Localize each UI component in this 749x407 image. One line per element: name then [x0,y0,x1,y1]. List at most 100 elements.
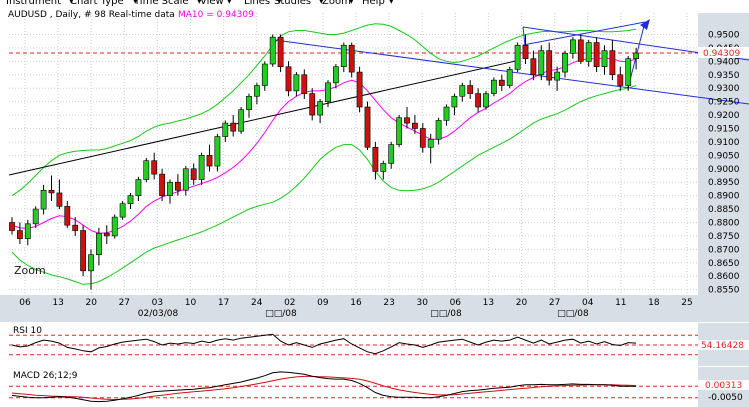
price-axis-tick: 0.9100 [708,138,740,148]
menu-zoom[interactable]: Zoom [322,0,351,7]
candle-up [222,122,229,137]
candle-up [514,44,521,70]
candle-down [593,42,600,68]
candle-up [182,168,189,191]
macd-value-label: 0.00313 [705,381,742,391]
time-axis-tick: 27 [549,298,560,308]
candle-up [119,203,126,218]
candle-up [569,39,576,54]
candle-down [475,93,481,108]
menu-chart-type[interactable]: Chart Type [70,0,124,7]
time-axis-tick: 09 [317,298,329,308]
rsi-title: RSI 10 [13,326,42,336]
candle-down [364,106,371,148]
price-axis-tick: 0.8550 [708,286,740,296]
candle-up [332,66,339,84]
candle-up [96,232,102,256]
rsi-panel[interactable]: RSI 10 54.16428 [0,322,749,367]
candle-up [32,208,39,225]
menu-dropdown-arrow-icon: ▼ [389,0,394,5]
time-axis-tick: 11 [615,298,626,308]
candle-down [230,122,237,132]
price-axis-tick: 0.8950 [708,178,740,188]
candle-up [427,138,434,148]
candle-up [625,58,632,86]
candle-down [16,230,23,239]
menu-view[interactable]: View [200,0,224,7]
menu-help[interactable]: Help [362,0,385,7]
candle-up [214,136,221,167]
candle-up [24,223,31,239]
candle-down [522,44,529,59]
candle-down [48,189,55,194]
price-axis-tick: 0.9150 [708,124,740,134]
candle-down [190,168,197,180]
candle-down [206,155,213,167]
candle-up [396,117,402,145]
candle-up [506,69,513,86]
time-axis-month-label: □□/08 [265,309,297,319]
candle-up [254,85,260,97]
candle-down [609,50,616,76]
candle-up [483,93,489,108]
zoom-label: Zoom [14,264,46,277]
price-axis-tick: 0.9500 [708,30,740,40]
time-axis-tick: 16 [350,298,362,308]
candle-down [348,44,355,73]
macd-panel[interactable]: MACD 26;12;9 0.00313 -0.0050 [0,367,749,407]
candle-down [419,128,426,148]
candle-up [554,71,560,81]
price-chart[interactable]: 0.95000.94500.94000.93500.93000.92500.92… [0,0,749,322]
price-axis-tick: 0.8850 [708,205,740,215]
time-axis-tick: 27 [119,298,130,308]
candle-up [380,163,387,172]
candle-up [238,109,244,132]
menu-lines[interactable]: Lines [244,0,270,7]
candle-down [617,74,624,86]
price-axis-tick: 0.8900 [708,192,740,202]
time-axis-tick: 03 [152,298,163,308]
candle-up [135,179,142,196]
time-axis-panel [0,295,749,322]
candle-down [372,146,379,172]
menu-studies[interactable]: Studies [274,0,311,7]
ma-legend: MA10 = 0.94309 [178,10,254,20]
time-axis-tick: 13 [52,298,63,308]
candle-down [301,74,308,94]
candle-down [577,39,584,62]
time-axis-month-label: □□/08 [557,309,589,319]
price-axis-tick: 0.9200 [708,111,740,121]
time-axis-tick: 20 [85,298,97,308]
menu-dropdown-arrow-icon: ▼ [349,0,354,5]
menu-instrument[interactable]: Instrument [6,0,61,7]
time-axis-month-label: □□/08 [430,309,462,319]
candle-up [261,63,268,86]
macd-title: MACD 26;12;9 [13,371,78,381]
candle-up [451,95,458,108]
menu-bar: Instrument ▼ Chart Type ▼ Time Scale ▼ View ▼ Li… [0,0,749,8]
time-axis-tick: 06 [19,298,31,308]
candle-up [293,74,300,92]
time-axis-tick: 17 [218,298,229,308]
candle-up [538,50,545,76]
price-axis-tick: 0.8650 [708,259,740,269]
chart-application-window: 0.95000.94500.94000.93500.93000.92500.92… [0,0,749,407]
candle-down [309,93,316,116]
candle-up [340,44,347,68]
candle-up [601,50,608,68]
time-axis-tick: 02 [284,298,295,308]
candle-up [562,52,568,73]
candle-down [498,79,505,86]
candle-up [443,106,450,121]
candle-up [269,36,276,65]
menu-time-scale[interactable]: Time Scale [134,0,189,7]
candle-up [167,181,173,196]
price-axis-tick: 0.9300 [708,84,740,94]
candle-up [490,79,497,94]
chart-title: AUDUSD , Daily, # 98 Real-time data [8,10,175,20]
candle-up [40,189,47,210]
price-axis-tick: 0.8750 [708,232,740,242]
candle-down [151,160,158,175]
candle-down [9,222,15,231]
candle-down [72,224,79,231]
